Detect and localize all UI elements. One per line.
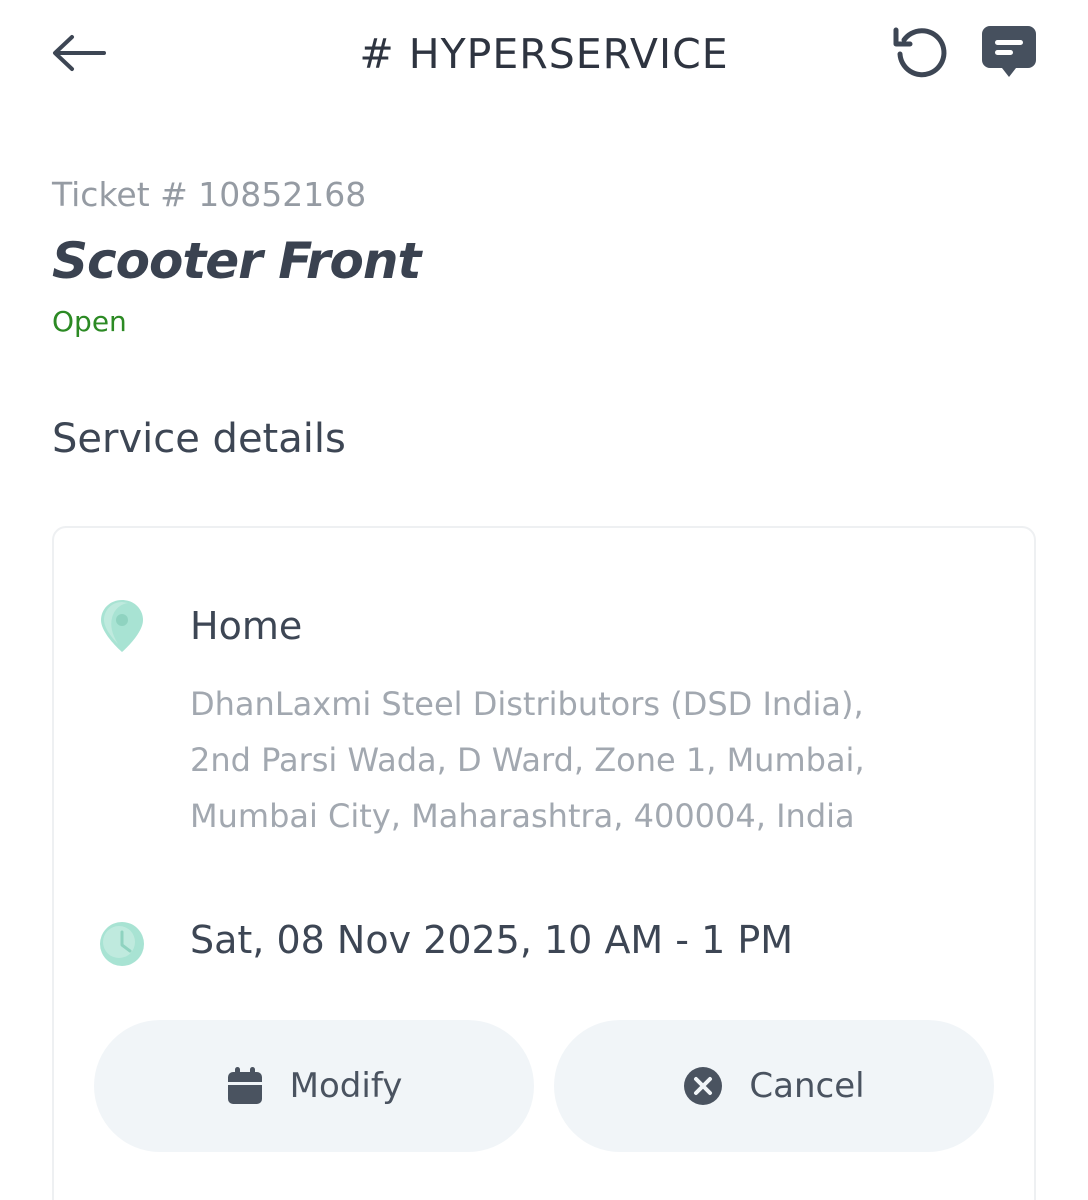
history-icon [893,27,947,78]
modify-label: Modify [289,1066,403,1106]
ticket-number: Ticket # 10852168 [52,175,367,214]
service-address: DhanLaxmi Steel Distributors (DSD India)… [190,685,865,835]
cancel-label: Cancel [749,1066,865,1106]
chat-button[interactable] [980,24,1038,82]
ticket-title: Scooter Front [52,232,421,290]
modify-button[interactable]: Modify [94,1020,534,1152]
status-badge: Open [52,305,127,338]
clock-icon [98,920,146,968]
location-name: Home [190,604,303,648]
service-time-slot: Sat, 08 Nov 2025, 10 AM - 1 PM [190,918,794,962]
chat-bubble-icon [982,26,1036,77]
history-button[interactable] [890,22,950,80]
app-header: # HYPERSERVICE [0,0,1088,110]
ticket-detail-screen: # HYPERSERVICE Ticket # 10852168 Scooter… [0,0,1088,1200]
close-circle-icon [684,1067,723,1105]
section-title: Service details [52,416,346,462]
map-pin-icon [98,598,146,654]
cancel-button[interactable]: Cancel [554,1020,994,1152]
calendar-icon [227,1067,262,1104]
